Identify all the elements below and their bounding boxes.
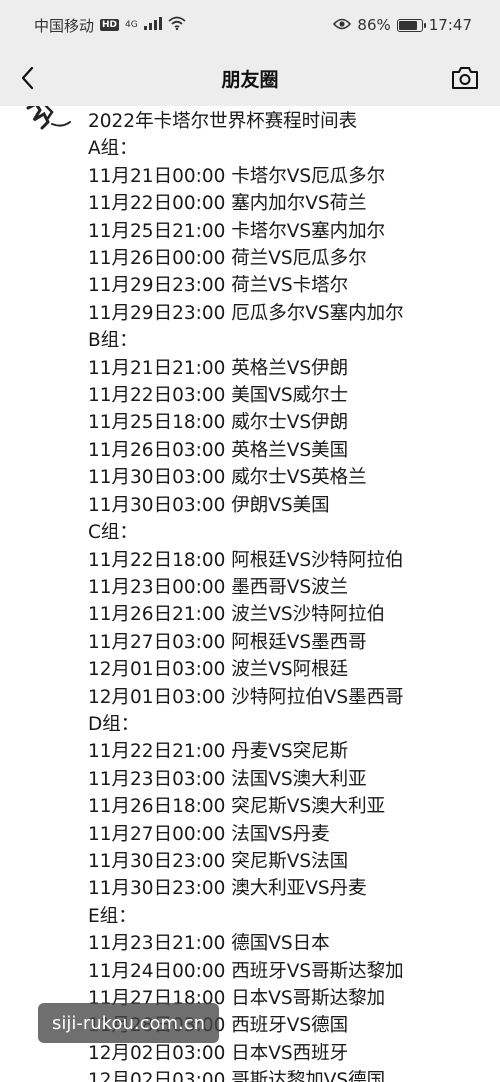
schedule-line: 12月01日03:00 沙特阿拉伯VS墨西哥 bbox=[88, 686, 404, 708]
schedule-line: 11月30日23:00 澳大利亚VS丹麦 bbox=[88, 878, 367, 900]
schedule-line: 11月22日21:00 丹麦VS突尼斯 bbox=[88, 741, 349, 763]
schedule-line: 11月21日00:00 卡塔尔VS厄瓜多尔 bbox=[88, 165, 386, 187]
post-text: 2022年卡塔尔世界杯赛程时间表 A组： 11月21日00:00 卡塔尔VS厄瓜多尔… bbox=[88, 108, 488, 1082]
group-heading: A组： bbox=[88, 138, 138, 160]
camera-icon bbox=[452, 67, 478, 89]
schedule-line: 11月30日03:00 威尔士VS英格兰 bbox=[88, 467, 367, 489]
schedule-line: 11月27日03:00 阿根廷VS墨西哥 bbox=[88, 631, 367, 653]
network-type: 4G bbox=[125, 20, 138, 30]
wifi-icon bbox=[168, 16, 186, 34]
schedule-line: 11月27日00:00 法国VS丹麦 bbox=[88, 823, 330, 845]
clock: 17:47 bbox=[428, 16, 472, 34]
group-heading: E组： bbox=[88, 905, 137, 927]
page-title: 朋友圈 bbox=[221, 68, 279, 91]
schedule-line: 12月02日03:00 日本VS西班牙 bbox=[88, 1042, 349, 1064]
schedule-line: 11月22日00:00 塞内加尔VS荷兰 bbox=[88, 193, 367, 215]
schedule-line: 11月30日23:00 突尼斯VS法国 bbox=[88, 850, 349, 872]
schedule-line: 11月22日03:00 美国VS威尔士 bbox=[88, 385, 349, 407]
post-title: 2022年卡塔尔世界杯赛程时间表 bbox=[88, 111, 358, 132]
group-heading: D组： bbox=[88, 713, 140, 735]
back-button[interactable] bbox=[12, 62, 44, 94]
navigation-bar: 朋友圈 bbox=[0, 50, 500, 106]
group-heading: C组： bbox=[88, 522, 138, 544]
watermark: siji-rukou.com.cn bbox=[38, 1003, 220, 1043]
schedule-line: 11月23日00:00 墨西哥VS波兰 bbox=[88, 576, 349, 598]
eye-icon bbox=[333, 16, 352, 34]
schedule-line: 11月22日18:00 阿根廷VS沙特阿拉伯 bbox=[88, 549, 404, 571]
battery-icon bbox=[396, 18, 426, 32]
calligraphy-avatar-icon bbox=[26, 106, 71, 130]
chevron-left-icon bbox=[21, 66, 34, 90]
schedule-line: 11月26日21:00 波兰VS沙特阿拉伯 bbox=[88, 604, 386, 626]
schedule-line: 11月30日03:00 伊朗VS美国 bbox=[88, 494, 330, 516]
schedule-line: 11月25日18:00 威尔士VS伊朗 bbox=[88, 412, 349, 434]
schedule-line: 11月26日18:00 突尼斯VS澳大利亚 bbox=[88, 796, 386, 818]
schedule-line: 11月25日21:00 卡塔尔VS塞内加尔 bbox=[88, 220, 386, 242]
avatar[interactable] bbox=[22, 106, 76, 134]
hd-badge: HD bbox=[100, 19, 120, 31]
status-left: 中国移动 HD 4G bbox=[34, 15, 186, 36]
schedule-line: 11月29日23:00 厄瓜多尔VS塞内加尔 bbox=[88, 302, 404, 324]
battery-percent: 86% bbox=[357, 16, 391, 34]
schedule-line: 11月26日03:00 英格兰VS美国 bbox=[88, 439, 349, 461]
schedule-line: 11月24日00:00 西班牙VS哥斯达黎加 bbox=[88, 960, 404, 982]
schedule-line: 11月23日21:00 德国VS日本 bbox=[88, 933, 330, 955]
schedule-line: 12月02日03:00 哥斯达黎加VS德国 bbox=[88, 1070, 386, 1082]
status-bar: 中国移动 HD 4G 86% 17:47 bbox=[0, 0, 500, 50]
camera-button[interactable] bbox=[450, 64, 480, 92]
group-heading: B组： bbox=[88, 330, 138, 352]
schedule-line: 12月01日03:00 波兰VS阿根廷 bbox=[88, 659, 349, 681]
battery-fill bbox=[398, 20, 417, 30]
schedule-line: 11月23日03:00 法国VS澳大利亚 bbox=[88, 768, 367, 790]
schedule-line: 11月29日23:00 荷兰VS卡塔尔 bbox=[88, 275, 349, 297]
schedule-line: 11月26日00:00 荷兰VS厄瓜多尔 bbox=[88, 248, 367, 270]
status-right: 86% 17:47 bbox=[333, 16, 472, 34]
signal-icon bbox=[143, 16, 162, 34]
schedule-line: 11月21日21:00 英格兰VS伊朗 bbox=[88, 357, 349, 379]
carrier-name: 中国移动 bbox=[34, 16, 95, 35]
moments-feed[interactable]: 2022年卡塔尔世界杯赛程时间表 A组： 11月21日00:00 卡塔尔VS厄瓜多尔… bbox=[0, 106, 500, 1082]
